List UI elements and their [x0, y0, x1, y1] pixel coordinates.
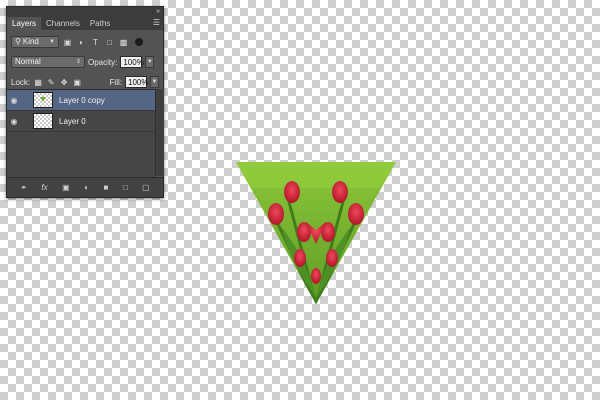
- adjustment-icon[interactable]: ◐: [84, 183, 89, 192]
- panel-menu-icon[interactable]: ☰: [153, 17, 160, 28]
- layer-row[interactable]: ◉ Layer 0 copy: [7, 90, 155, 111]
- adjustment-filter-icon[interactable]: ◐: [76, 37, 87, 48]
- double-chevron-icon[interactable]: »: [156, 7, 160, 16]
- opacity-input[interactable]: 100%: [120, 56, 144, 68]
- canvas-artwork: [236, 162, 396, 304]
- tab-paths[interactable]: Paths: [85, 17, 115, 30]
- new-layer-icon[interactable]: □: [123, 183, 128, 192]
- smart-object-filter-icon[interactable]: ▩: [118, 37, 129, 48]
- layer-thumbnail: [33, 113, 53, 129]
- layers-scrollbar[interactable]: [155, 89, 164, 176]
- eye-icon[interactable]: ◉: [7, 117, 21, 126]
- folder-icon[interactable]: ■: [104, 183, 109, 192]
- eye-icon[interactable]: ◉: [7, 96, 21, 105]
- mask-icon[interactable]: ▣: [62, 183, 70, 192]
- filter-row: ⚲ Kind ▼ ▣ ◐ T □ ▩: [7, 32, 163, 52]
- opacity-slider-button[interactable]: ▼: [145, 56, 155, 68]
- layer-name: Layer 0 copy: [59, 95, 105, 105]
- search-icon: ⚲: [15, 37, 21, 46]
- fill-label: Fill:: [109, 77, 122, 87]
- type-filter-icon[interactable]: T: [90, 37, 101, 48]
- panel-collapse-bar[interactable]: »: [7, 7, 163, 16]
- panel-footer: ⚭ fx ▣ ◐ ■ □ ▢: [7, 177, 163, 197]
- filter-toggle-icon[interactable]: [135, 38, 143, 46]
- fill-slider-button[interactable]: ▼: [150, 76, 159, 88]
- filter-kind-label: Kind: [22, 37, 39, 46]
- blend-mode-value: Normal: [15, 57, 41, 66]
- tab-channels[interactable]: Channels: [41, 17, 85, 30]
- filter-kind-dropdown[interactable]: ⚲ Kind ▼: [11, 36, 59, 48]
- layers-panel: » Layers Channels Paths ☰ ⚲ Kind ▼ ▣ ◐ T…: [6, 6, 164, 198]
- chevron-updown-icon: ⇕: [75, 59, 81, 65]
- layers-list: ◉ Layer 0 copy ◉ Layer 0: [7, 89, 155, 177]
- opacity-label: Opacity:: [88, 57, 118, 67]
- lock-label: Lock:: [11, 77, 31, 87]
- link-icon[interactable]: ⚭: [20, 183, 27, 192]
- lock-move-icon[interactable]: ✥: [59, 77, 69, 87]
- tab-layers[interactable]: Layers: [7, 17, 42, 30]
- layer-thumbnail: [33, 92, 53, 108]
- shape-filter-icon[interactable]: □: [104, 37, 115, 48]
- layer-name: Layer 0: [59, 116, 86, 126]
- layer-row[interactable]: ◉ Layer 0: [7, 111, 155, 132]
- chevron-down-icon: ▼: [49, 39, 55, 45]
- blend-mode-dropdown[interactable]: Normal ⇕: [11, 56, 85, 68]
- pixel-filter-icon[interactable]: ▣: [62, 37, 73, 48]
- lock-transparent-icon[interactable]: ▦: [33, 77, 43, 87]
- trash-icon[interactable]: ▢: [142, 183, 150, 192]
- lock-all-icon[interactable]: ▣: [72, 77, 82, 87]
- fx-icon[interactable]: fx: [41, 183, 47, 192]
- blend-row: Normal ⇕ Opacity: 100% ▼: [7, 52, 163, 72]
- fill-input[interactable]: 100%: [125, 76, 148, 88]
- panel-tabs: Layers Channels Paths ☰: [7, 16, 163, 30]
- lock-brush-icon[interactable]: ✎: [46, 77, 56, 87]
